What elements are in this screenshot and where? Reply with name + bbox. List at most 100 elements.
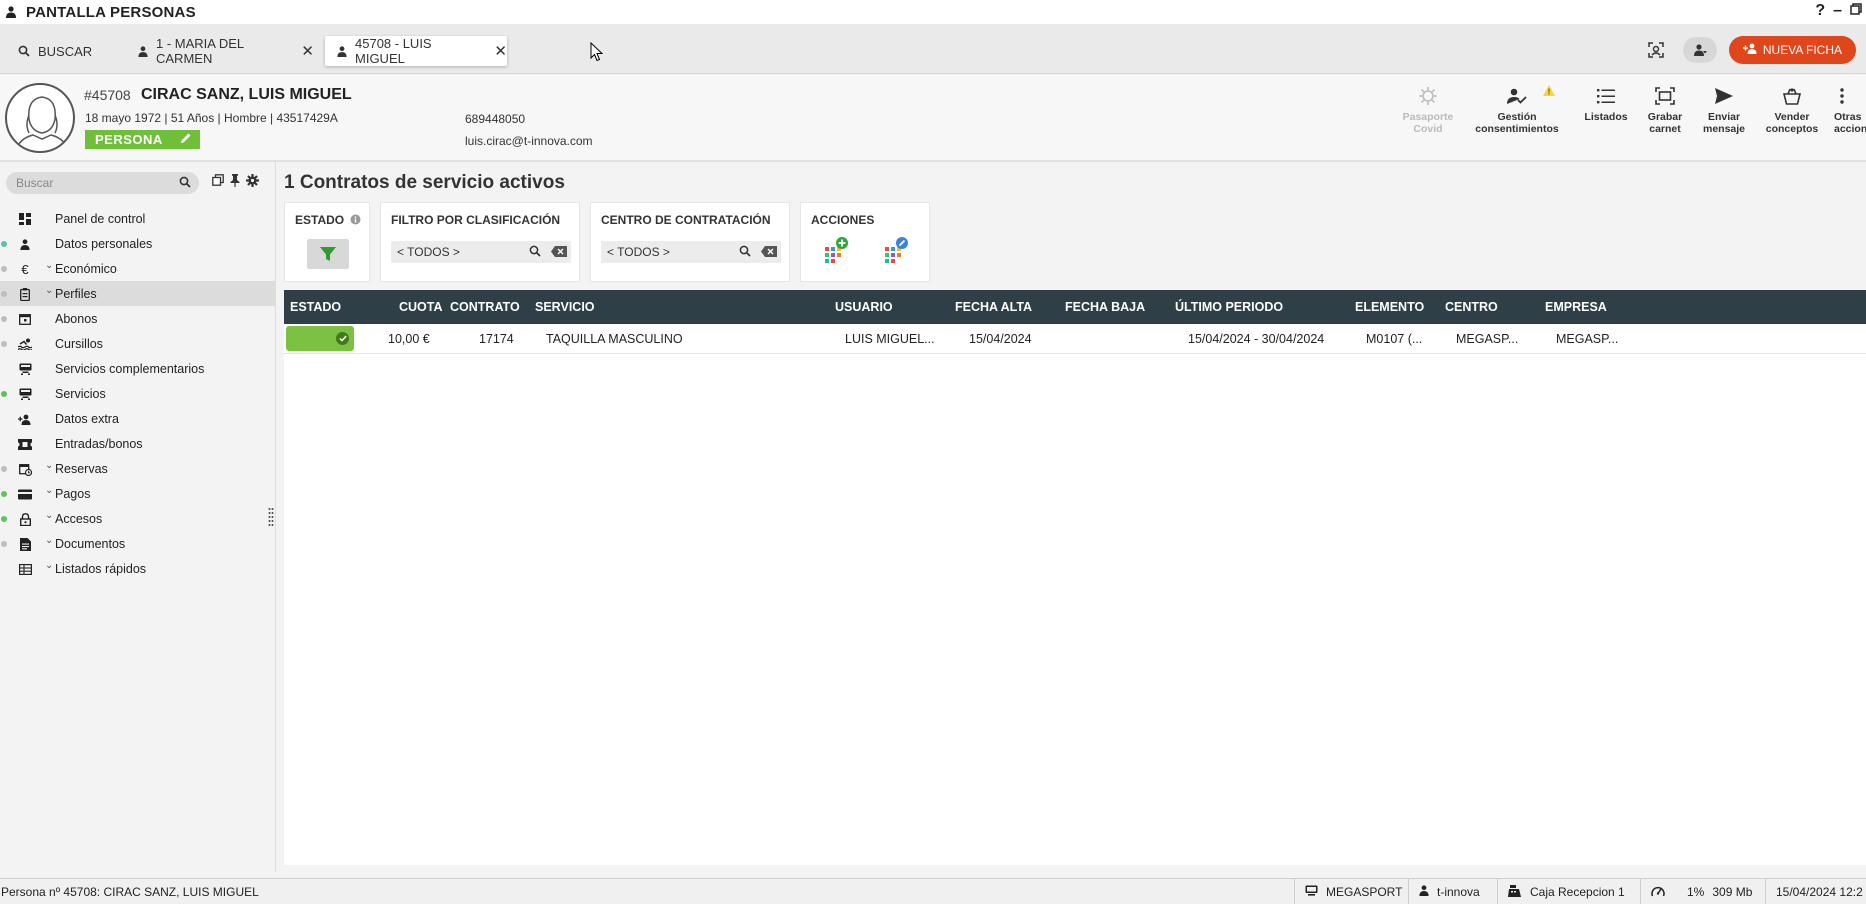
column-header[interactable]: SERVICIO bbox=[535, 300, 595, 314]
filter-title-text: ESTADO bbox=[295, 213, 345, 227]
close-icon[interactable]: ✕ bbox=[301, 42, 314, 60]
column-header[interactable]: ESTADO bbox=[290, 300, 341, 314]
face-scan-icon[interactable] bbox=[1641, 37, 1671, 63]
filter-button[interactable] bbox=[307, 239, 349, 269]
cash-register-icon bbox=[1508, 884, 1522, 900]
filter-title: ESTADO bbox=[295, 213, 361, 227]
chevron-down-icon[interactable]: ⌄ bbox=[45, 260, 53, 271]
sidebar-item-label: Panel de control bbox=[55, 212, 146, 226]
column-header[interactable]: ÚLTIMO PERIODO bbox=[1175, 300, 1283, 314]
cell-servicio: TAQUILLA MASCULINO bbox=[546, 332, 683, 346]
sidebar-item-label: Documentos bbox=[55, 537, 126, 551]
info-icon[interactable] bbox=[350, 214, 361, 225]
chevron-down-icon[interactable]: ⌄ bbox=[45, 485, 53, 496]
column-header[interactable]: CENTRO bbox=[1445, 300, 1498, 314]
status-dot bbox=[1, 341, 7, 347]
sidebar-item-economico[interactable]: € ⌄ Económico bbox=[0, 256, 276, 281]
swimmer-icon bbox=[18, 337, 32, 351]
status-dot bbox=[1, 391, 7, 397]
search-icon[interactable] bbox=[739, 245, 751, 260]
status-cpu: 1% bbox=[1687, 885, 1705, 899]
column-header[interactable]: ELEMENTO bbox=[1355, 300, 1424, 314]
filter-centro: CENTRO DE CONTRATACIÓN < TODOS > bbox=[590, 202, 790, 282]
speedometer-icon bbox=[1651, 885, 1665, 900]
sidebar-item-abonos[interactable]: Abonos bbox=[0, 306, 276, 331]
resize-handle[interactable] bbox=[268, 507, 274, 529]
copy-icon[interactable] bbox=[212, 174, 224, 190]
column-header[interactable]: USUARIO bbox=[835, 300, 893, 314]
action-label: Pasaporte Covid bbox=[1402, 111, 1454, 135]
tab-person-1[interactable]: 1 - MARIA DEL CARMEN ✕ bbox=[128, 36, 314, 66]
sidebar-item-accesos[interactable]: ⌄ Accesos bbox=[0, 506, 276, 531]
cell-contrato: 17174 bbox=[479, 332, 514, 346]
tab-search[interactable]: BUSCAR bbox=[6, 36, 114, 66]
clear-icon[interactable] bbox=[551, 246, 567, 260]
sidebar-item-listados-rapidos[interactable]: ⌄ Listados rápidos bbox=[0, 556, 276, 581]
sidebar-item-pagos[interactable]: ⌄ Pagos bbox=[0, 481, 276, 506]
new-record-button[interactable]: NUEVA FICHA bbox=[1728, 36, 1856, 64]
filter-estado: ESTADO bbox=[284, 202, 370, 282]
more-actions-button[interactable]: Otras acciones bbox=[1816, 85, 1866, 135]
column-header[interactable]: FECHA ALTA bbox=[955, 300, 1032, 314]
chevron-down-icon[interactable]: ⌄ bbox=[45, 560, 53, 571]
pin-icon[interactable] bbox=[230, 174, 240, 190]
sidebar-item-documentos[interactable]: ⌄ Documentos bbox=[0, 531, 276, 556]
avatar[interactable] bbox=[5, 83, 75, 153]
edit-icon[interactable] bbox=[180, 132, 192, 147]
status-datetime: 15/04/2024 12:2 bbox=[1765, 879, 1866, 904]
person-info: 18 mayo 1972 | 51 Años | Hombre | 435174… bbox=[85, 111, 338, 125]
persona-badge[interactable]: PERSONA bbox=[85, 130, 200, 149]
status-dot bbox=[1, 541, 7, 547]
sidebar-item-datos-personales[interactable]: Datos personales bbox=[0, 231, 276, 256]
restore-icon[interactable] bbox=[1850, 2, 1862, 20]
sidebar-item-datos-extra[interactable]: Datos extra bbox=[0, 406, 276, 431]
chevron-down-icon[interactable]: ⌄ bbox=[45, 510, 53, 521]
filter-clasificacion: FILTRO POR CLASIFICACIÓN < TODOS > bbox=[380, 202, 580, 282]
cell-ultimo-periodo: 15/04/2024 - 30/04/2024 bbox=[1188, 332, 1325, 346]
person-icon bbox=[4, 5, 18, 19]
sidebar-item-reservas[interactable]: ⌄ Reservas bbox=[0, 456, 276, 481]
help-icon[interactable]: ? bbox=[1815, 2, 1825, 20]
sidebar-item-servicios[interactable]: Servicios bbox=[0, 381, 276, 406]
new-record-label: NUEVA FICHA bbox=[1762, 43, 1842, 57]
tab-person-2[interactable]: 45708 - LUIS MIGUEL ✕ bbox=[325, 36, 507, 66]
table-row[interactable]: 10,00 € 17174 TAQUILLA MASCULINO LUIS MI… bbox=[284, 324, 1866, 354]
status-dot bbox=[1, 316, 7, 322]
sidebar-item-panel-de-control[interactable]: Panel de control bbox=[0, 206, 276, 231]
clear-icon[interactable] bbox=[761, 246, 777, 260]
column-header[interactable]: CUOTA bbox=[399, 300, 443, 314]
covid-passport-button[interactable]: Pasaporte Covid bbox=[1383, 85, 1473, 135]
column-header[interactable]: FECHA BAJA bbox=[1065, 300, 1145, 314]
add-contract-icon[interactable] bbox=[823, 237, 849, 266]
tab-search-label: BUSCAR bbox=[38, 43, 93, 59]
centro-select[interactable]: < TODOS > bbox=[601, 241, 781, 263]
clasificacion-select[interactable]: < TODOS > bbox=[391, 241, 571, 263]
user-menu-button[interactable] bbox=[1682, 37, 1717, 63]
sidebar-item-servicios-complementarios[interactable]: Servicios complementarios bbox=[0, 356, 276, 381]
search-icon[interactable] bbox=[179, 176, 191, 191]
sidebar-search-input[interactable]: Buscar bbox=[6, 172, 199, 194]
minimize-icon[interactable]: – bbox=[1833, 2, 1842, 20]
document-icon bbox=[18, 537, 32, 551]
person-header: #45708 CIRAC SANZ, LUIS MIGUEL 18 mayo 1… bbox=[0, 75, 1866, 162]
search-icon[interactable] bbox=[529, 245, 541, 260]
virus-icon bbox=[1383, 85, 1473, 107]
close-icon[interactable]: ✕ bbox=[494, 42, 507, 60]
gear-icon[interactable] bbox=[246, 174, 259, 190]
chevron-down-icon[interactable]: ⌄ bbox=[45, 535, 53, 546]
mouse-cursor bbox=[590, 41, 604, 65]
tab-label: 1 - MARIA DEL CARMEN bbox=[156, 36, 244, 66]
status-register: Caja Recepcion 1 bbox=[1497, 879, 1640, 904]
edit-contract-icon[interactable] bbox=[883, 237, 909, 266]
filter-title: CENTRO DE CONTRATACIÓN bbox=[601, 213, 771, 227]
column-header[interactable]: CONTRATO bbox=[450, 300, 520, 314]
column-header[interactable]: EMPRESA bbox=[1545, 300, 1607, 314]
person-email[interactable]: luis.cirac@t-innova.com bbox=[465, 134, 593, 148]
euro-icon: € bbox=[21, 261, 29, 277]
chevron-down-icon[interactable]: ⌄ bbox=[45, 460, 53, 471]
search-icon bbox=[18, 45, 30, 57]
sidebar-item-entradas-bonos[interactable]: Entradas/bonos bbox=[0, 431, 276, 456]
sidebar-item-perfiles[interactable]: ⌄ Perfiles bbox=[0, 281, 276, 306]
chevron-down-icon[interactable]: ⌄ bbox=[45, 285, 53, 296]
sidebar-item-cursillos[interactable]: Cursillos bbox=[0, 331, 276, 356]
